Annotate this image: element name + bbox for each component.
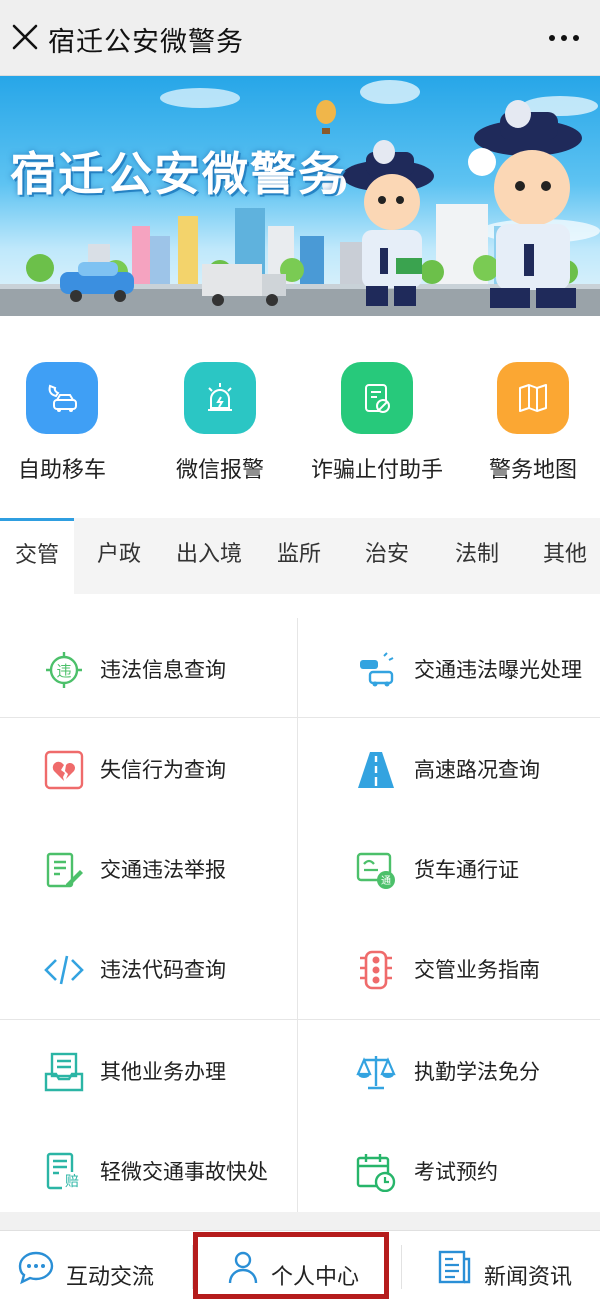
- nav-news[interactable]: 新闻资讯: [402, 1231, 600, 1301]
- service-grid: 违 违法信息查询 交通违法曝光处理 失信行为查询 高速路况查询 交通违法举报 通…: [0, 618, 600, 1212]
- title-bar: 宿迁公安微警务: [0, 0, 600, 76]
- service-traffic-exposure[interactable]: 交通违法曝光处理: [0, 618, 600, 718]
- chat-icon: [18, 1251, 54, 1285]
- calendar-clock-icon: [356, 1154, 396, 1192]
- quick-action-move-car[interactable]: 自助移车: [0, 362, 137, 484]
- nav-personal-center[interactable]: 个人中心: [193, 1231, 401, 1301]
- svg-text:通: 通: [381, 875, 391, 887]
- category-tabs: 交管 户政 出入境 监所 治安 法制 其他: [0, 518, 600, 594]
- alarm-light-icon: [184, 362, 256, 434]
- scales-icon: [356, 1056, 396, 1090]
- service-traffic-guide[interactable]: 交管业务指南: [0, 918, 600, 1018]
- quick-action-label: 警务地图: [488, 458, 577, 483]
- page-title: 宿迁公安微警务: [48, 27, 244, 58]
- nav-label: 新闻资讯: [484, 1265, 573, 1290]
- tab-legal[interactable]: 法制: [440, 518, 514, 594]
- tab-other[interactable]: 其他: [528, 518, 600, 594]
- service-truck-pass[interactable]: 通 货车通行证: [0, 818, 600, 918]
- service-label: 货车通行证: [414, 858, 519, 882]
- quick-action-wechat-alarm[interactable]: 微信报警: [145, 362, 295, 484]
- car-phone-icon: [26, 362, 98, 434]
- person-icon: [228, 1251, 258, 1284]
- map-icon: [497, 362, 569, 434]
- nav-interactive-exchange[interactable]: 互动交流: [0, 1231, 192, 1301]
- quick-action-label: 自助移车: [17, 458, 106, 483]
- tab-public-security[interactable]: 治安: [350, 518, 424, 594]
- banner-title: 宿迁公安微警务: [10, 147, 346, 201]
- section-gap: [0, 1212, 600, 1230]
- service-label: 高速路况查询: [414, 758, 540, 782]
- traffic-exposure-icon: [360, 652, 394, 687]
- tab-household[interactable]: 户政: [82, 518, 156, 594]
- quick-action-police-map[interactable]: 警务地图: [458, 362, 600, 484]
- close-icon[interactable]: [6, 18, 46, 58]
- highway-icon: [358, 752, 394, 788]
- truck-pass-icon: 通: [356, 852, 395, 889]
- nav-label: 互动交流: [66, 1265, 155, 1290]
- service-label: 考试预约: [414, 1160, 498, 1184]
- service-label: 交通违法曝光处理: [414, 658, 582, 682]
- nav-label: 个人中心: [271, 1265, 360, 1290]
- service-label: 执勤学法免分: [414, 1060, 540, 1084]
- quick-action-fraud-stop[interactable]: 诈骗止付助手: [302, 362, 452, 484]
- banner: 宿迁公安微警务: [0, 76, 600, 316]
- bottom-nav: 互动交流 个人中心 新闻资讯: [0, 1230, 600, 1301]
- quick-action-label: 诈骗止付助手: [310, 458, 443, 483]
- quick-action-label: 微信报警: [175, 458, 264, 483]
- tab-exit-entry[interactable]: 出入境: [164, 518, 254, 594]
- service-highway-status[interactable]: 高速路况查询: [0, 718, 600, 818]
- service-duty-law-points[interactable]: 执勤学法免分: [0, 1020, 600, 1120]
- fraud-stop-icon: [341, 362, 413, 434]
- tab-detention[interactable]: 监所: [262, 518, 336, 594]
- tab-traffic[interactable]: 交管: [0, 518, 74, 594]
- service-exam-booking[interactable]: 考试预约: [0, 1120, 600, 1220]
- service-label: 交管业务指南: [414, 958, 540, 982]
- quick-actions: 自助移车 微信报警 诈骗止付助手 警务地图: [0, 316, 600, 516]
- news-icon: [438, 1250, 471, 1284]
- traffic-light-icon: [360, 950, 392, 990]
- more-dots-icon[interactable]: [546, 20, 586, 56]
